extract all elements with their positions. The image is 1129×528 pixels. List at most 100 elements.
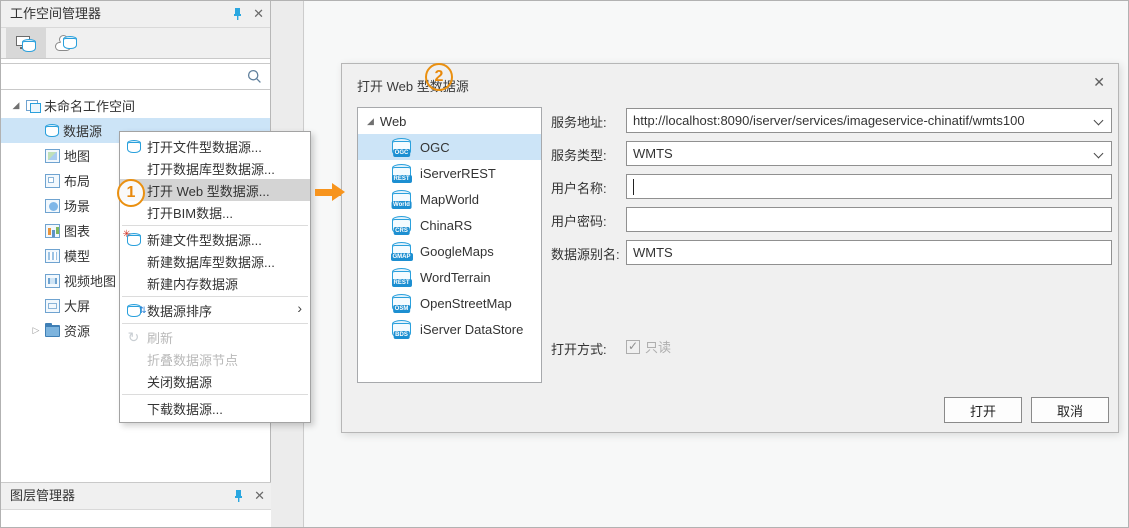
menu-item-open-web-datasource[interactable]: 打开 Web 型数据源...: [120, 179, 310, 201]
username-label: 用户名称:: [551, 178, 607, 197]
submenu-arrow-icon: ›: [297, 300, 302, 316]
alias-label: 数据源别名:: [551, 244, 620, 263]
big-screen-icon: [45, 299, 60, 313]
alias-value: WMTS: [633, 245, 673, 260]
tree-item-workspace-root[interactable]: ◢ 未命名工作空间: [1, 93, 270, 118]
layer-manager-header: 图层管理器 ✕: [1, 483, 271, 510]
provider-item-mapworld[interactable]: World MapWorld: [358, 186, 541, 212]
terrain-datasource-icon: REST: [391, 268, 412, 286]
tree-item-label: 模型: [64, 246, 90, 265]
menu-item-open-file-datasource[interactable]: 打开文件型数据源...: [120, 135, 310, 157]
open-datasource-icon: [120, 140, 147, 153]
provider-item-googlemaps[interactable]: GMAP GoogleMaps: [358, 238, 541, 264]
menu-item-open-bim-data[interactable]: 打开BIM数据...: [120, 201, 310, 223]
tree-item-label: 地图: [64, 146, 90, 165]
password-field[interactable]: [626, 207, 1112, 232]
open-mode-label: 打开方式:: [551, 339, 607, 358]
provider-root-web[interactable]: ◢ Web: [358, 108, 541, 134]
workspace-manager-header: 工作空间管理器 ✕: [1, 1, 270, 28]
tree-item-label: 视频地图: [64, 271, 116, 290]
workspace-tabbar: [1, 28, 270, 59]
close-icon[interactable]: ✕: [253, 1, 264, 27]
chevron-down-icon[interactable]: [1094, 149, 1104, 159]
provider-item-openstreetmap[interactable]: OSM OpenStreetMap: [358, 290, 541, 316]
service-type-value: WMTS: [633, 146, 673, 161]
application-window: 工作空间管理器 ✕: [0, 0, 1129, 528]
service-type-label: 服务类型:: [551, 145, 607, 164]
service-address-combobox[interactable]: http://localhost:8090/iserver/services/i…: [626, 108, 1112, 133]
menu-item-close-datasource[interactable]: 关闭数据源: [120, 370, 310, 392]
workspace-search[interactable]: [1, 63, 270, 90]
osm-datasource-icon: OSM: [391, 294, 412, 312]
desktop-database-icon: [16, 35, 36, 52]
cloud-database-icon: [55, 35, 77, 52]
cancel-button[interactable]: 取消: [1031, 397, 1109, 423]
new-datasource-icon: ✳: [120, 233, 147, 246]
datasource-context-menu: 打开文件型数据源... 打开数据库型数据源... 打开 Web 型数据源... …: [119, 131, 311, 423]
close-icon[interactable]: ✕: [254, 483, 265, 509]
menu-separator: [122, 323, 308, 324]
menu-item-new-memory-datasource[interactable]: 新建内存数据源: [120, 272, 310, 294]
layout-icon: [45, 174, 60, 188]
tree-item-label: 布局: [64, 171, 90, 190]
tab-workspace-tree[interactable]: [6, 28, 46, 58]
tab-cloud-workspace[interactable]: [46, 28, 86, 58]
password-label: 用户密码:: [551, 211, 607, 230]
refresh-icon: ↻: [120, 329, 147, 346]
readonly-checkbox-label: 只读: [645, 337, 671, 356]
pin-icon[interactable]: [232, 7, 243, 21]
chart-icon: [45, 224, 60, 238]
rest-datasource-icon: REST: [391, 164, 412, 182]
menu-item-open-db-datasource[interactable]: 打开数据库型数据源...: [120, 157, 310, 179]
service-address-value: http://localhost:8090/iserver/services/i…: [633, 113, 1025, 128]
expander-expanded-icon[interactable]: ◢: [367, 116, 374, 127]
provider-root-label: Web: [380, 114, 407, 129]
service-address-label: 服务地址:: [551, 112, 607, 131]
provider-item-wordterrain[interactable]: REST WordTerrain: [358, 264, 541, 290]
video-map-icon: [45, 274, 60, 288]
menu-item-new-db-datasource[interactable]: 新建数据库型数据源...: [120, 250, 310, 272]
sort-datasource-icon: ⇅: [120, 304, 147, 317]
readonly-checkbox: [626, 340, 640, 354]
open-button[interactable]: 打开: [944, 397, 1022, 423]
dialog-close-icon[interactable]: ✕: [1093, 74, 1105, 91]
step-2-badge: 2: [425, 63, 453, 91]
provider-item-iserver-datastore[interactable]: BDS iServer DataStore: [358, 316, 541, 342]
alias-field[interactable]: WMTS: [626, 240, 1112, 265]
provider-item-ogc[interactable]: OGC OGC: [358, 134, 541, 160]
mapworld-datasource-icon: World: [391, 190, 412, 208]
menu-separator: [122, 296, 308, 297]
chinars-datasource-icon: CRS: [391, 216, 412, 234]
layer-manager-title: 图层管理器: [10, 488, 75, 503]
model-icon: [45, 249, 60, 263]
search-input[interactable]: [1, 64, 270, 89]
username-field[interactable]: [626, 174, 1112, 199]
expander-collapsed-icon[interactable]: ▷: [27, 325, 45, 336]
menu-separator: [122, 225, 308, 226]
tree-item-label: 数据源: [63, 121, 102, 140]
service-type-combobox[interactable]: WMTS: [626, 141, 1112, 166]
menu-item-datasource-sort[interactable]: ⇅ 数据源排序 ›: [120, 299, 310, 321]
scene-icon: [45, 199, 60, 213]
flow-arrow-icon: [315, 189, 341, 196]
datasource-icon: [45, 124, 59, 137]
menu-separator: [122, 394, 308, 395]
tree-item-label: 场景: [64, 196, 90, 215]
menu-item-new-file-datasource[interactable]: ✳ 新建文件型数据源...: [120, 228, 310, 250]
search-icon[interactable]: [247, 69, 262, 84]
menu-item-collapse-datasource-nodes[interactable]: 折叠数据源节点: [120, 348, 310, 370]
text-caret: [633, 179, 634, 195]
ogc-datasource-icon: OGC: [391, 138, 412, 156]
chevron-down-icon[interactable]: [1094, 116, 1104, 126]
tree-item-label: 大屏: [64, 296, 90, 315]
menu-item-download-datasource[interactable]: 下载数据源...: [120, 397, 310, 419]
layer-manager-panel: 图层管理器 ✕: [1, 482, 271, 527]
map-icon: [45, 149, 60, 163]
step-1-badge: 1: [117, 179, 145, 207]
provider-item-chinars[interactable]: CRS ChinaRS: [358, 212, 541, 238]
pin-icon[interactable]: [233, 489, 244, 503]
tree-item-label: 未命名工作空间: [44, 96, 135, 115]
provider-item-iserverrest[interactable]: REST iServerREST: [358, 160, 541, 186]
menu-item-refresh[interactable]: ↻ 刷新: [120, 326, 310, 348]
expander-expanded-icon[interactable]: ◢: [7, 100, 25, 111]
